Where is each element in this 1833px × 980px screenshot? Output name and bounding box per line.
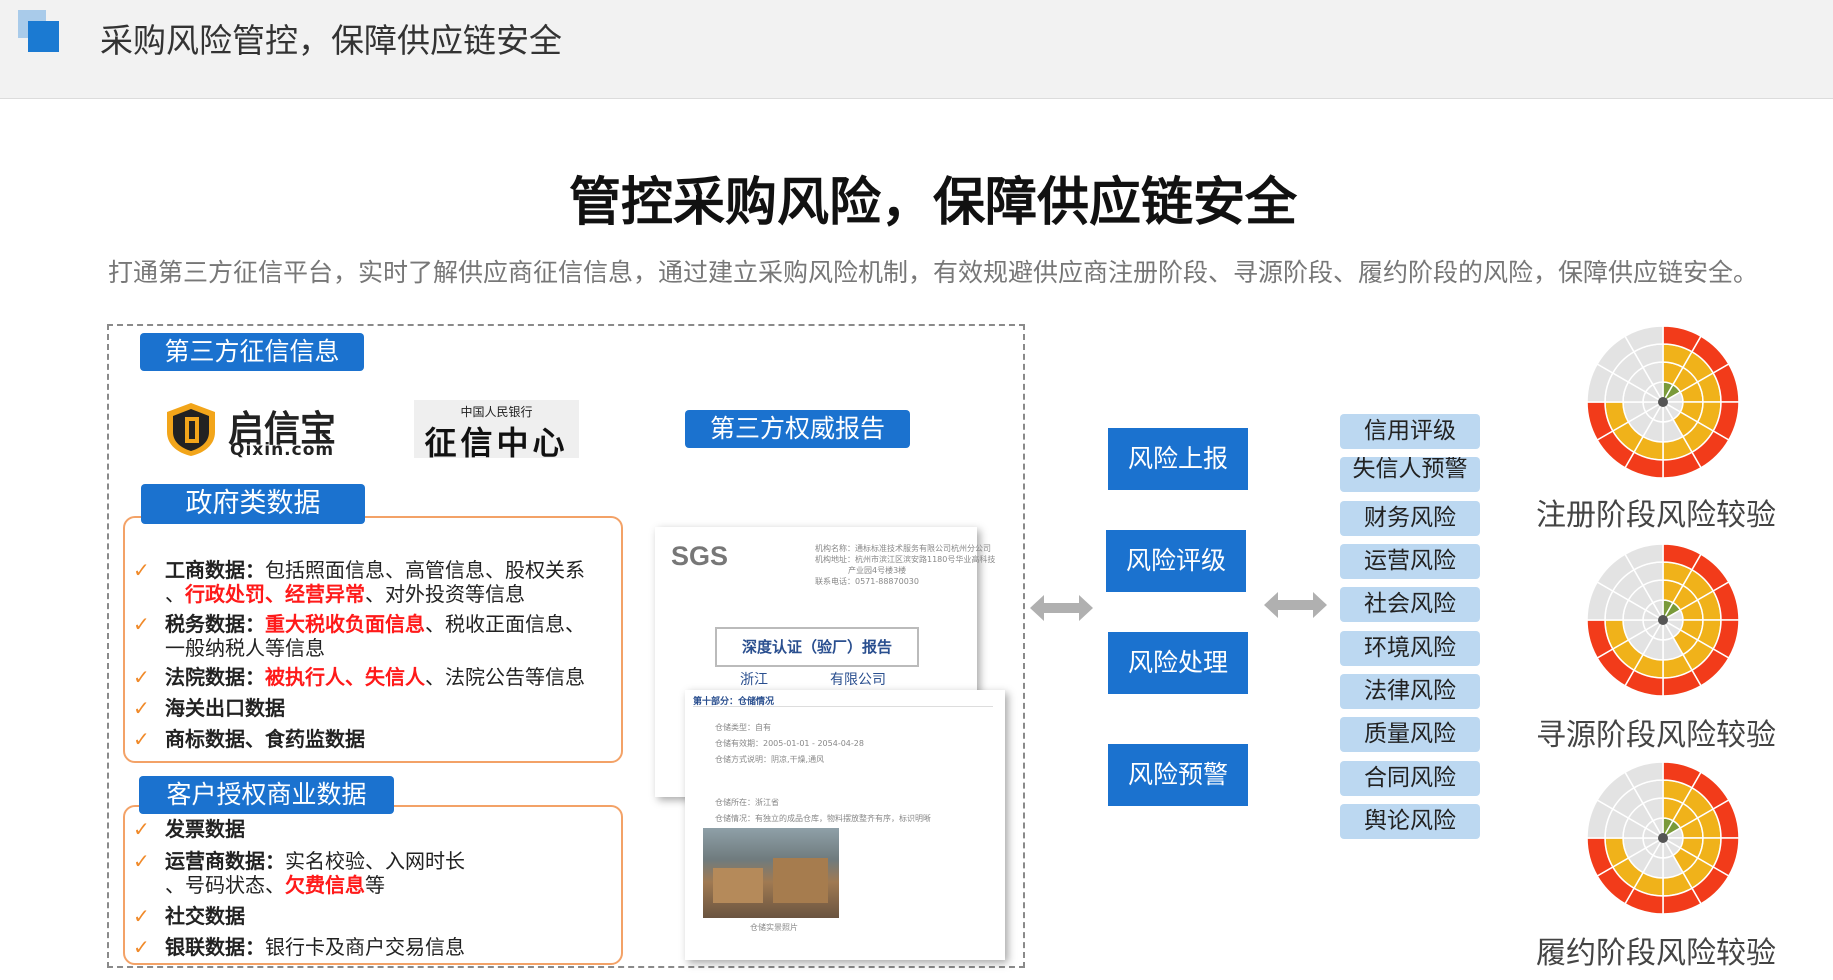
check-icon: ✓ <box>133 904 150 928</box>
authority-report-tab: 第三方权威报告 <box>685 410 910 448</box>
photo-caption: 仓储实景照片 <box>750 923 798 932</box>
check-icon: ✓ <box>133 665 150 689</box>
risk-handling-button[interactable]: 风险处理 <box>1108 632 1248 694</box>
risk-warning-button[interactable]: 风险预警 <box>1108 744 1248 806</box>
fulfillment-stage-label: 履约阶段风险较验 <box>1536 936 1776 971</box>
registration-stage-label: 注册阶段风险较验 <box>1536 498 1776 533</box>
warehouse-photo <box>703 828 839 918</box>
risk-report-button[interactable]: 风险上报 <box>1108 428 1248 490</box>
risk-tag-environmental: 环境风险 <box>1340 631 1480 666</box>
pbc-credit-center-logo: 中国人民银行 征信中心 <box>414 400 579 462</box>
radial-chart-icon <box>1586 543 1740 697</box>
customer-data-tab: 客户授权商业数据 <box>139 776 394 814</box>
check-icon: ✓ <box>133 558 150 582</box>
risk-tag-dishonest-warning: 失信人预警 <box>1340 457 1480 492</box>
gov-item-tax: ✓ 税务数据：重大税收负面信息、税收正面信息、 一般纳税人等信息 <box>133 612 585 660</box>
risk-tag-social: 社会风险 <box>1340 587 1480 622</box>
logo-square-front <box>28 21 59 52</box>
risk-tag-legal: 法律风险 <box>1340 674 1480 709</box>
check-icon: ✓ <box>133 849 150 873</box>
third-party-credit-tab: 第三方征信信息 <box>140 333 364 371</box>
double-arrow-icon <box>1030 595 1093 621</box>
customer-item-social: ✓ 社交数据 <box>133 904 245 928</box>
header-title: 采购风险管控，保障供应链安全 <box>100 21 562 60</box>
report-company-right: 有限公司 <box>830 672 886 688</box>
risk-tag-public-opinion: 舆论风险 <box>1340 804 1480 839</box>
qixin-domain: Qixin.com <box>230 440 335 460</box>
sgs-logo: SGS <box>671 541 729 571</box>
radial-chart-icon <box>1586 761 1740 915</box>
gov-item-customs: ✓ 海关出口数据 <box>133 696 285 720</box>
customer-item-unionpay: ✓ 银联数据：银行卡及商户交易信息 <box>133 935 465 959</box>
report-fields-top: 仓储类型：自有 仓储有效期：2005-01-01 - 2054-04-28 仓储… <box>715 723 864 764</box>
check-icon: ✓ <box>133 696 150 720</box>
sgs-report-page: 第十部分：仓储情况 仓储类型：自有 仓储有效期：2005-01-01 - 205… <box>685 690 1005 960</box>
qixin-logo-icon <box>162 400 220 458</box>
double-arrow-icon <box>1264 592 1327 618</box>
report-company-left: 浙江 <box>740 672 768 688</box>
check-icon: ✓ <box>133 935 150 959</box>
sourcing-stage-label: 寻源阶段风险较验 <box>1536 718 1776 753</box>
gov-item-court: ✓ 法院数据：被执行人、失信人、法院公告等信息 <box>133 665 585 689</box>
registration-risk-chart <box>1568 324 1758 480</box>
sourcing-risk-chart <box>1568 542 1758 698</box>
check-icon: ✓ <box>133 612 150 636</box>
gov-data-tab: 政府类数据 <box>141 484 365 524</box>
customer-item-carrier: ✓ 运营商数据：实名校验、入网时长 、号码状态、欠费信息等 <box>133 849 465 897</box>
report-title: 深度认证（验厂）报告 <box>715 627 919 667</box>
risk-tag-contract: 合同风险 <box>1340 761 1480 796</box>
page-subtitle: 打通第三方征信平台，实时了解供应商征信信息，通过建立采购风险机制，有效规避供应商… <box>107 258 1758 287</box>
gov-item-trademark: ✓ 商标数据、食药监数据 <box>133 727 365 751</box>
risk-tag-quality: 质量风险 <box>1340 717 1480 752</box>
gov-item-business: ✓ 工商数据：包括照面信息、高管信息、股权关系 、行政处罚、经营异常、对外投资等… <box>133 558 585 606</box>
risk-tag-operational: 运营风险 <box>1340 544 1480 579</box>
report-fields-bottom: 仓储所在：浙江省 仓储情况：有独立的成品仓库，物料摆放整齐有序，标识明晰 <box>715 798 931 823</box>
risk-rating-button[interactable]: 风险评级 <box>1106 530 1246 592</box>
pbc-logo-main-text: 征信中心 <box>424 424 569 462</box>
report-divider <box>693 706 993 707</box>
check-icon: ✓ <box>133 817 150 841</box>
page-title: 管控采购风险，保障供应链安全 <box>568 173 1297 233</box>
report-org-info: 机构名称：通标标准技术服务有限公司杭州分公司 机构地址：杭州市滨江区滨安路118… <box>815 544 996 586</box>
fulfillment-risk-chart <box>1568 760 1758 916</box>
customer-item-invoice: ✓ 发票数据 <box>133 817 245 841</box>
risk-tag-credit-rating: 信用评级 <box>1340 414 1480 449</box>
risk-tag-financial: 财务风险 <box>1340 501 1480 536</box>
check-icon: ✓ <box>133 727 150 751</box>
radial-chart-icon <box>1586 325 1740 479</box>
